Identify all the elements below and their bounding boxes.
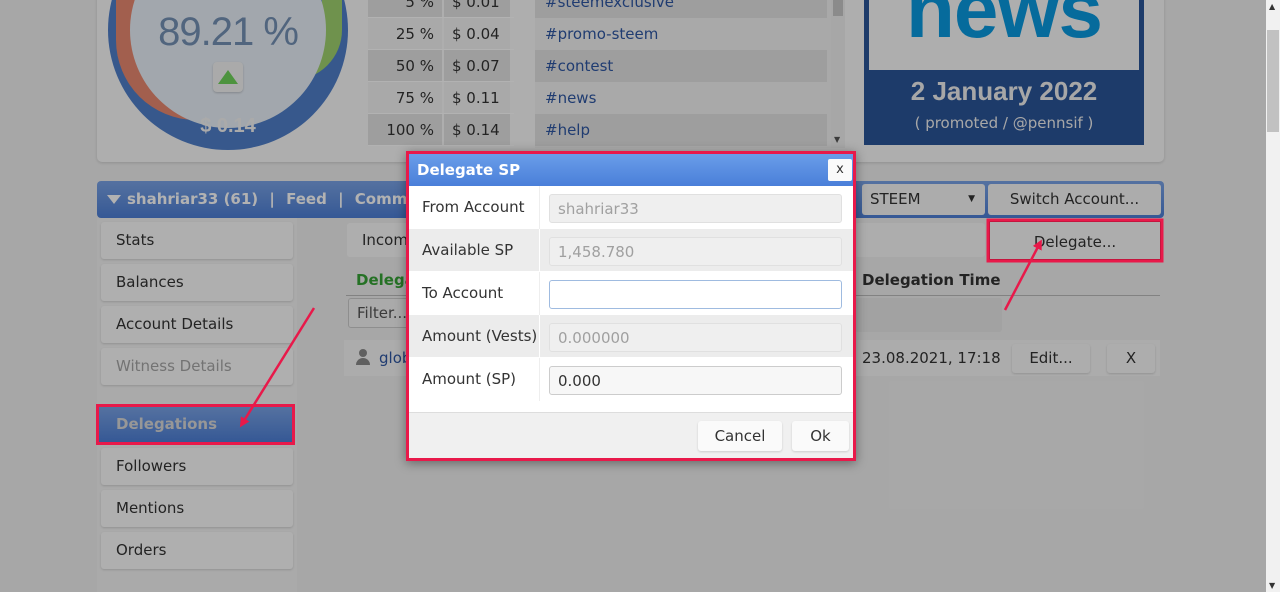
cancel-button[interactable]: Cancel [698, 421, 782, 451]
form-row-amount-vests: Amount (Vests) 0.000000 [409, 315, 853, 358]
dialog-title: Delegate SP [417, 161, 521, 179]
amount-sp-input[interactable]: 0.000 [549, 366, 842, 395]
close-button[interactable]: x [828, 159, 852, 181]
dialog-title-bar[interactable]: Delegate SP x [409, 154, 853, 186]
ok-button[interactable]: Ok [792, 421, 849, 451]
delegate-sp-dialog: Delegate SP x From Account shahriar33 Av… [406, 151, 856, 461]
form-row-available-sp: Available SP 1,458.780 [409, 229, 853, 272]
available-sp-field: 1,458.780 [549, 237, 842, 266]
amount-sp-label: Amount (SP) [422, 370, 516, 388]
from-account-field: shahriar33 [549, 194, 842, 223]
form-row-from-account: From Account shahriar33 [409, 186, 853, 229]
available-sp-label: Available SP [422, 241, 514, 259]
dialog-footer: Cancel Ok [409, 412, 853, 458]
to-account-label: To Account [422, 284, 504, 302]
dialog-form: From Account shahriar33 Available SP 1,4… [409, 186, 853, 401]
from-account-label: From Account [422, 198, 525, 216]
amount-vests-field: 0.000000 [549, 323, 842, 352]
amount-vests-label: Amount (Vests) [422, 327, 538, 345]
scroll-down-arrow-icon[interactable]: ▼ [1269, 581, 1275, 590]
page-scrollbar[interactable]: ▲ ▼ [1266, 0, 1280, 592]
scrollbar-thumb[interactable] [1267, 30, 1279, 132]
to-account-input[interactable] [549, 280, 842, 309]
scroll-up-arrow-icon[interactable]: ▲ [1269, 2, 1275, 11]
form-row-amount-sp: Amount (SP) 0.000 [409, 358, 853, 401]
form-row-to-account: To Account [409, 272, 853, 315]
